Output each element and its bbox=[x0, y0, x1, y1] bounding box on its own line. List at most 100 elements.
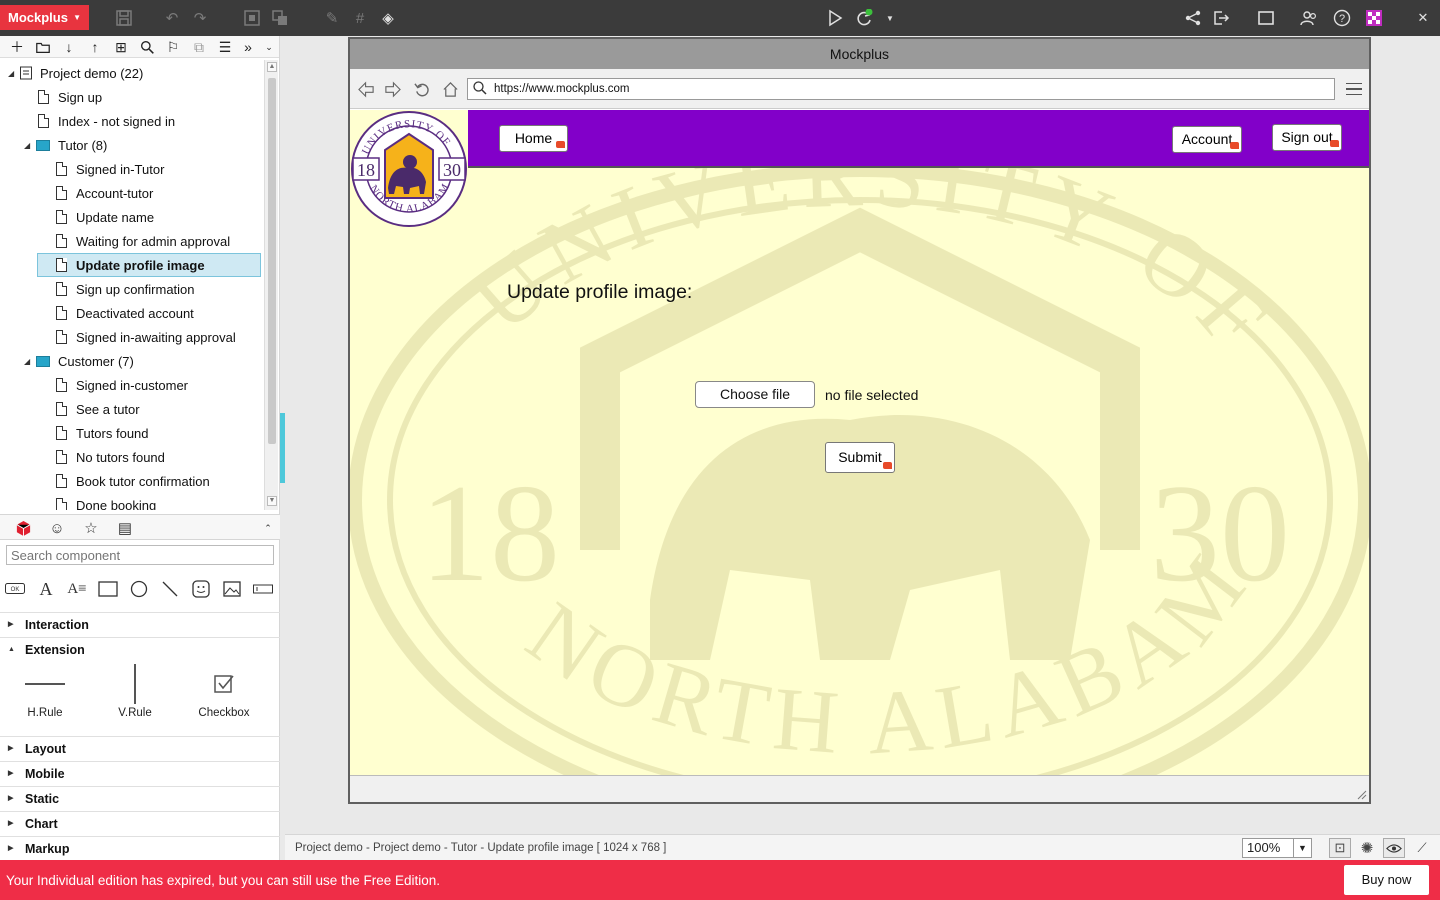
grid-icon[interactable]: # bbox=[350, 8, 370, 28]
forward-arrow-icon[interactable] bbox=[382, 79, 402, 99]
tree-item-sign-up[interactable]: Sign up bbox=[38, 86, 102, 110]
tree-scrollbar[interactable]: ▲ ▼ bbox=[264, 60, 278, 510]
tree-item-signed-in-customer[interactable]: Signed in-customer bbox=[56, 374, 188, 398]
tree-project-root[interactable]: ◢ Project demo (22) bbox=[8, 62, 143, 86]
section-markup[interactable]: ▶ Markup bbox=[0, 836, 280, 860]
browser-mockup[interactable]: Mockplus https://www.mockplus.com 18 30 … bbox=[348, 37, 1371, 804]
eye-icon[interactable] bbox=[1383, 838, 1405, 858]
list-icon[interactable]: ☰ bbox=[216, 38, 234, 56]
preview-play-icon[interactable] bbox=[825, 8, 845, 28]
group-icon[interactable] bbox=[242, 8, 262, 28]
add-folder-icon[interactable] bbox=[34, 38, 52, 56]
section-extension[interactable]: ▲ Extension bbox=[0, 637, 280, 661]
tree-item-sign-up-confirmation[interactable]: Sign up confirmation bbox=[56, 278, 195, 302]
expanded-triangle-icon[interactable]: ◢ bbox=[24, 350, 30, 374]
scroll-down-arrow-icon[interactable]: ▼ bbox=[267, 496, 277, 506]
team-icon[interactable] bbox=[1299, 8, 1319, 28]
section-static[interactable]: ▶ Static bbox=[0, 786, 280, 810]
tree-item-no-tutors-found[interactable]: No tutors found bbox=[56, 446, 165, 470]
move-up-icon[interactable]: ↑ bbox=[86, 38, 104, 56]
scrollbar-thumb[interactable] bbox=[268, 78, 276, 444]
paragraph-shape-icon[interactable]: A≡ bbox=[67, 580, 87, 598]
expanded-triangle-icon[interactable]: ◢ bbox=[24, 134, 30, 158]
tree-item-update-name[interactable]: Update name bbox=[56, 206, 154, 230]
redo-icon[interactable]: ↷ bbox=[190, 8, 210, 28]
refresh-icon[interactable] bbox=[412, 79, 432, 99]
tree-folder-customer[interactable]: ◢ Customer (7) bbox=[24, 350, 134, 374]
emoji-icon[interactable]: ☺ bbox=[47, 519, 67, 537]
component-search-input[interactable] bbox=[6, 545, 274, 565]
tree-item-deactivated-account[interactable]: Deactivated account bbox=[56, 302, 194, 326]
h-rule-component[interactable]: H.Rule bbox=[10, 664, 80, 719]
input-shape-icon[interactable] bbox=[253, 580, 273, 598]
section-mobile[interactable]: ▶ Mobile bbox=[0, 761, 280, 785]
tree-item-see-a-tutor[interactable]: See a tutor bbox=[56, 398, 140, 422]
zoom-select[interactable]: 100% ▼ bbox=[1242, 838, 1312, 858]
v-rule-component[interactable]: V.Rule bbox=[100, 664, 170, 719]
expanded-triangle-icon[interactable]: ◢ bbox=[8, 62, 14, 86]
tree-item-waiting-approval[interactable]: Waiting for admin approval bbox=[56, 230, 230, 254]
sitemap-icon[interactable]: ⊞ bbox=[112, 38, 130, 56]
share-icon[interactable] bbox=[1183, 8, 1203, 28]
section-interaction[interactable]: ▶ Interaction bbox=[0, 612, 280, 636]
tree-item-done-booking[interactable]: Done booking bbox=[56, 494, 156, 510]
collapse-panel-icon[interactable]: ⌄ bbox=[260, 38, 278, 56]
tree-item-update-profile-image[interactable]: Update profile image bbox=[37, 253, 261, 277]
help-icon[interactable]: ? bbox=[1332, 8, 1352, 28]
url-bar[interactable]: https://www.mockplus.com bbox=[467, 78, 1335, 100]
home-button[interactable]: Home bbox=[499, 125, 568, 152]
fullscreen-icon[interactable] bbox=[1256, 8, 1276, 28]
tree-item-index[interactable]: Index - not signed in bbox=[38, 110, 175, 134]
star-icon[interactable]: ☆ bbox=[81, 519, 101, 537]
ungroup-icon[interactable] bbox=[270, 8, 290, 28]
circle-shape-icon[interactable] bbox=[129, 580, 149, 598]
rectangle-shape-icon[interactable] bbox=[98, 580, 118, 598]
back-arrow-icon[interactable] bbox=[356, 79, 376, 99]
image-shape-icon[interactable] bbox=[222, 580, 242, 598]
tree-folder-tutor[interactable]: ◢ Tutor (8) bbox=[24, 134, 107, 158]
add-page-icon[interactable]: ＋ bbox=[8, 38, 26, 56]
button-shape-icon[interactable]: OK bbox=[5, 580, 25, 598]
more-icon[interactable]: » bbox=[239, 38, 257, 56]
tree-item-tutors-found[interactable]: Tutors found bbox=[56, 422, 149, 446]
choose-file-button[interactable]: Choose file bbox=[695, 381, 815, 408]
copy-page-icon[interactable]: ⧉ bbox=[190, 38, 208, 56]
sync-dropdown-icon[interactable]: ▼ bbox=[880, 8, 900, 28]
move-down-icon[interactable]: ↓ bbox=[60, 38, 78, 56]
buy-now-button[interactable]: Buy now bbox=[1344, 865, 1429, 895]
undo-icon[interactable]: ↶ bbox=[162, 8, 182, 28]
section-layout[interactable]: ▶ Layout bbox=[0, 736, 280, 760]
scroll-up-arrow-icon[interactable]: ▲ bbox=[267, 62, 277, 72]
resize-grip-icon[interactable] bbox=[1357, 790, 1367, 800]
flag-icon[interactable]: ⚐ bbox=[164, 38, 182, 56]
brightness-icon[interactable]: ✺ bbox=[1356, 838, 1378, 858]
collapse-panel-icon[interactable]: ⌃ bbox=[258, 519, 278, 537]
line-shape-icon[interactable] bbox=[160, 580, 180, 598]
submit-button[interactable]: Submit bbox=[825, 442, 895, 473]
save-icon[interactable] bbox=[114, 8, 134, 28]
hamburger-menu-icon[interactable] bbox=[1346, 83, 1362, 95]
tree-item-book-tutor-confirmation[interactable]: Book tutor confirmation bbox=[56, 470, 210, 494]
tree-item-signed-in-awaiting[interactable]: Signed in-awaiting approval bbox=[56, 326, 236, 350]
user-avatar-icon[interactable] bbox=[1364, 8, 1384, 28]
tree-item-signed-in-tutor[interactable]: Signed in-Tutor bbox=[56, 158, 164, 182]
account-button[interactable]: Account bbox=[1172, 126, 1242, 153]
tree-item-account-tutor[interactable]: Account-tutor bbox=[56, 182, 153, 206]
search-icon[interactable] bbox=[138, 38, 156, 56]
home-icon[interactable] bbox=[440, 79, 460, 99]
section-chart[interactable]: ▶ Chart bbox=[0, 811, 280, 835]
sign-out-button[interactable]: Sign out bbox=[1272, 124, 1342, 151]
design-canvas[interactable]: Mockplus https://www.mockplus.com 18 30 … bbox=[285, 36, 1440, 834]
app-menu-button[interactable]: Mockplus ▼ bbox=[0, 5, 89, 30]
close-icon[interactable]: ✕ bbox=[1413, 8, 1433, 28]
checkbox-component[interactable]: Checkbox bbox=[189, 664, 259, 719]
text-shape-icon[interactable]: A bbox=[36, 579, 56, 599]
sync-icon[interactable] bbox=[854, 8, 874, 28]
export-icon[interactable] bbox=[1211, 8, 1231, 28]
components-cube-icon[interactable] bbox=[13, 519, 33, 537]
template-icon[interactable]: ▤ bbox=[115, 519, 135, 537]
connector-tool-icon[interactable]: ⟋ bbox=[1411, 838, 1433, 858]
fill-bucket-icon[interactable]: ◈ bbox=[378, 8, 398, 28]
page-size-icon[interactable]: ⊡ bbox=[1329, 838, 1351, 858]
icon-shape-icon[interactable] bbox=[191, 580, 211, 598]
